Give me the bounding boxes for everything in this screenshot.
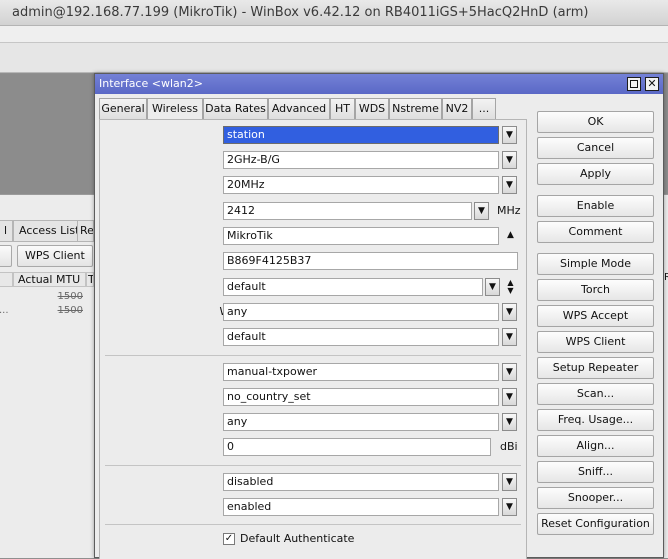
wps-client-button[interactable]: WPS Client — [537, 331, 654, 353]
section-divider — [105, 465, 521, 466]
maximize-icon — [630, 80, 638, 88]
wps-accept-button[interactable]: WPS Accept — [537, 305, 654, 327]
tab-wireless[interactable]: Wireless — [147, 98, 203, 121]
band-select[interactable]: 2GHz-B/G — [223, 151, 499, 169]
installation-select[interactable]: any — [223, 413, 499, 431]
band-dropdown-button[interactable]: ▼ — [502, 151, 517, 169]
sniff-button[interactable]: Sniff... — [537, 461, 654, 483]
chevron-down-icon: ▼ — [506, 180, 513, 190]
frequency-select[interactable]: 2412 — [223, 202, 472, 220]
torch-button[interactable]: Torch — [537, 279, 654, 301]
close-icon: ✕ — [647, 77, 657, 90]
scan-button[interactable]: Scan... — [537, 383, 654, 405]
comment-button[interactable]: Comment — [537, 221, 654, 243]
dialog-title: Interface <wlan2> — [99, 77, 203, 90]
chevron-down-icon: ▼ — [506, 367, 513, 377]
frequency-unit: MHz — [497, 204, 521, 217]
scan-list-select[interactable]: default — [223, 278, 483, 296]
country-dropdown-button[interactable]: ▼ — [502, 388, 517, 406]
apply-button[interactable]: Apply — [537, 163, 654, 185]
bg-row-mtu: 1500 — [57, 291, 83, 302]
wmm-support-select[interactable]: disabled — [223, 473, 499, 491]
mode-select[interactable]: station — [223, 126, 499, 144]
chevron-down-icon: ▼ — [506, 130, 513, 140]
chevron-down-icon: ▼ — [506, 332, 513, 342]
tab-data-rates[interactable]: Data Rates — [203, 98, 268, 120]
bg-column-header-right: R — [664, 272, 668, 283]
country-select[interactable]: no_country_set — [223, 388, 499, 406]
tab-nv2[interactable]: NV2 — [442, 98, 472, 120]
frequency-mode-select[interactable]: manual-txpower — [223, 363, 499, 381]
bg-tab-partial[interactable]: l — [0, 220, 14, 242]
mode-dropdown-button[interactable]: ▼ — [502, 126, 517, 144]
bg-column-header-blank[interactable] — [0, 272, 13, 287]
channel-width-dropdown-button[interactable]: ▼ — [502, 176, 517, 194]
ok-button[interactable]: OK — [537, 111, 654, 133]
security-profile-dropdown-button[interactable]: ▼ — [502, 328, 517, 346]
setup-repeater-button[interactable]: Setup Repeater — [537, 357, 654, 379]
simple-mode-button[interactable]: Simple Mode — [537, 253, 654, 275]
toolbar-strip — [0, 43, 668, 73]
reset-configuration-button[interactable]: Reset Configuration — [537, 513, 654, 535]
chevron-down-icon: ▼ — [506, 155, 513, 165]
bg-button-partial[interactable] — [0, 245, 12, 267]
align-button[interactable]: Align... — [537, 435, 654, 457]
chevron-down-icon: ▼ — [506, 417, 513, 427]
antenna-gain-input[interactable]: 0 — [223, 438, 491, 456]
tab-ht[interactable]: HT — [330, 98, 355, 120]
chevron-down-icon: ▼ — [506, 477, 513, 487]
chevron-down-icon: ▼ — [506, 392, 513, 402]
chevron-down-icon: ▼ — [489, 282, 496, 292]
frequency-mode-dropdown-button[interactable]: ▼ — [502, 363, 517, 381]
maximize-button[interactable] — [627, 77, 641, 91]
bg-column-header-t[interactable]: T — [86, 272, 94, 287]
bg-tab-registration[interactable]: Re — [77, 220, 94, 242]
tab-nstreme[interactable]: Nstreme — [389, 98, 442, 120]
close-button[interactable]: ✕ — [645, 77, 659, 91]
section-divider — [105, 355, 521, 356]
enable-button[interactable]: Enable — [537, 195, 654, 217]
channel-width-select[interactable]: 20MHz — [223, 176, 499, 194]
bg-tab-access-list[interactable]: Access List — [13, 220, 86, 242]
snooper-button[interactable]: Snooper... — [537, 487, 654, 509]
dialog-title-bar[interactable]: Interface <wlan2> — [95, 74, 663, 94]
wmm-support-dropdown-button[interactable]: ▼ — [502, 473, 517, 491]
up-down-arrows-icon[interactable]: ▲ ▼ — [504, 279, 517, 297]
default-authenticate-label: Default Authenticate — [240, 532, 355, 545]
wireless-protocol-dropdown-button[interactable]: ▼ — [502, 303, 517, 321]
bg-column-header-actual-mtu[interactable]: Actual MTU — [13, 272, 86, 287]
tab-advanced[interactable]: Advanced — [268, 98, 330, 120]
station-roaming-select[interactable]: enabled — [223, 498, 499, 516]
window-title: admin@192.168.77.199 (MikroTik) - WinBox… — [0, 0, 668, 26]
bg-wps-client-button[interactable]: WPS Client — [17, 245, 93, 267]
chevron-down-icon: ▼ — [478, 206, 485, 216]
collapse-arrow-icon[interactable]: ▲ — [504, 231, 517, 249]
frequency-dropdown-button[interactable]: ▼ — [474, 202, 489, 220]
ssid-input[interactable]: MikroTik — [223, 227, 499, 245]
default-authenticate-checkbox[interactable]: ✓ — [223, 533, 235, 545]
tab-more[interactable]: ... — [472, 98, 496, 120]
security-profile-select[interactable]: default — [223, 328, 499, 346]
section-divider — [105, 524, 521, 525]
scan-list-dropdown-button[interactable]: ▼ — [485, 278, 500, 296]
bg-row-mtu: 1500 — [57, 305, 83, 316]
freq-usage-button[interactable]: Freq. Usage... — [537, 409, 654, 431]
installation-dropdown-button[interactable]: ▼ — [502, 413, 517, 431]
chevron-down-icon: ▼ — [506, 502, 513, 512]
tab-general[interactable]: General — [99, 98, 147, 120]
tab-wds[interactable]: WDS — [355, 98, 389, 120]
station-roaming-dropdown-button[interactable]: ▼ — [502, 498, 517, 516]
wireless-protocol-select[interactable]: any — [223, 303, 499, 321]
chevron-down-icon: ▼ — [506, 307, 513, 317]
cancel-button[interactable]: Cancel — [537, 137, 654, 159]
radio-name-input[interactable]: B869F4125B37 — [223, 252, 518, 270]
menu-strip — [0, 26, 668, 43]
antenna-gain-unit: dBi — [500, 440, 518, 453]
